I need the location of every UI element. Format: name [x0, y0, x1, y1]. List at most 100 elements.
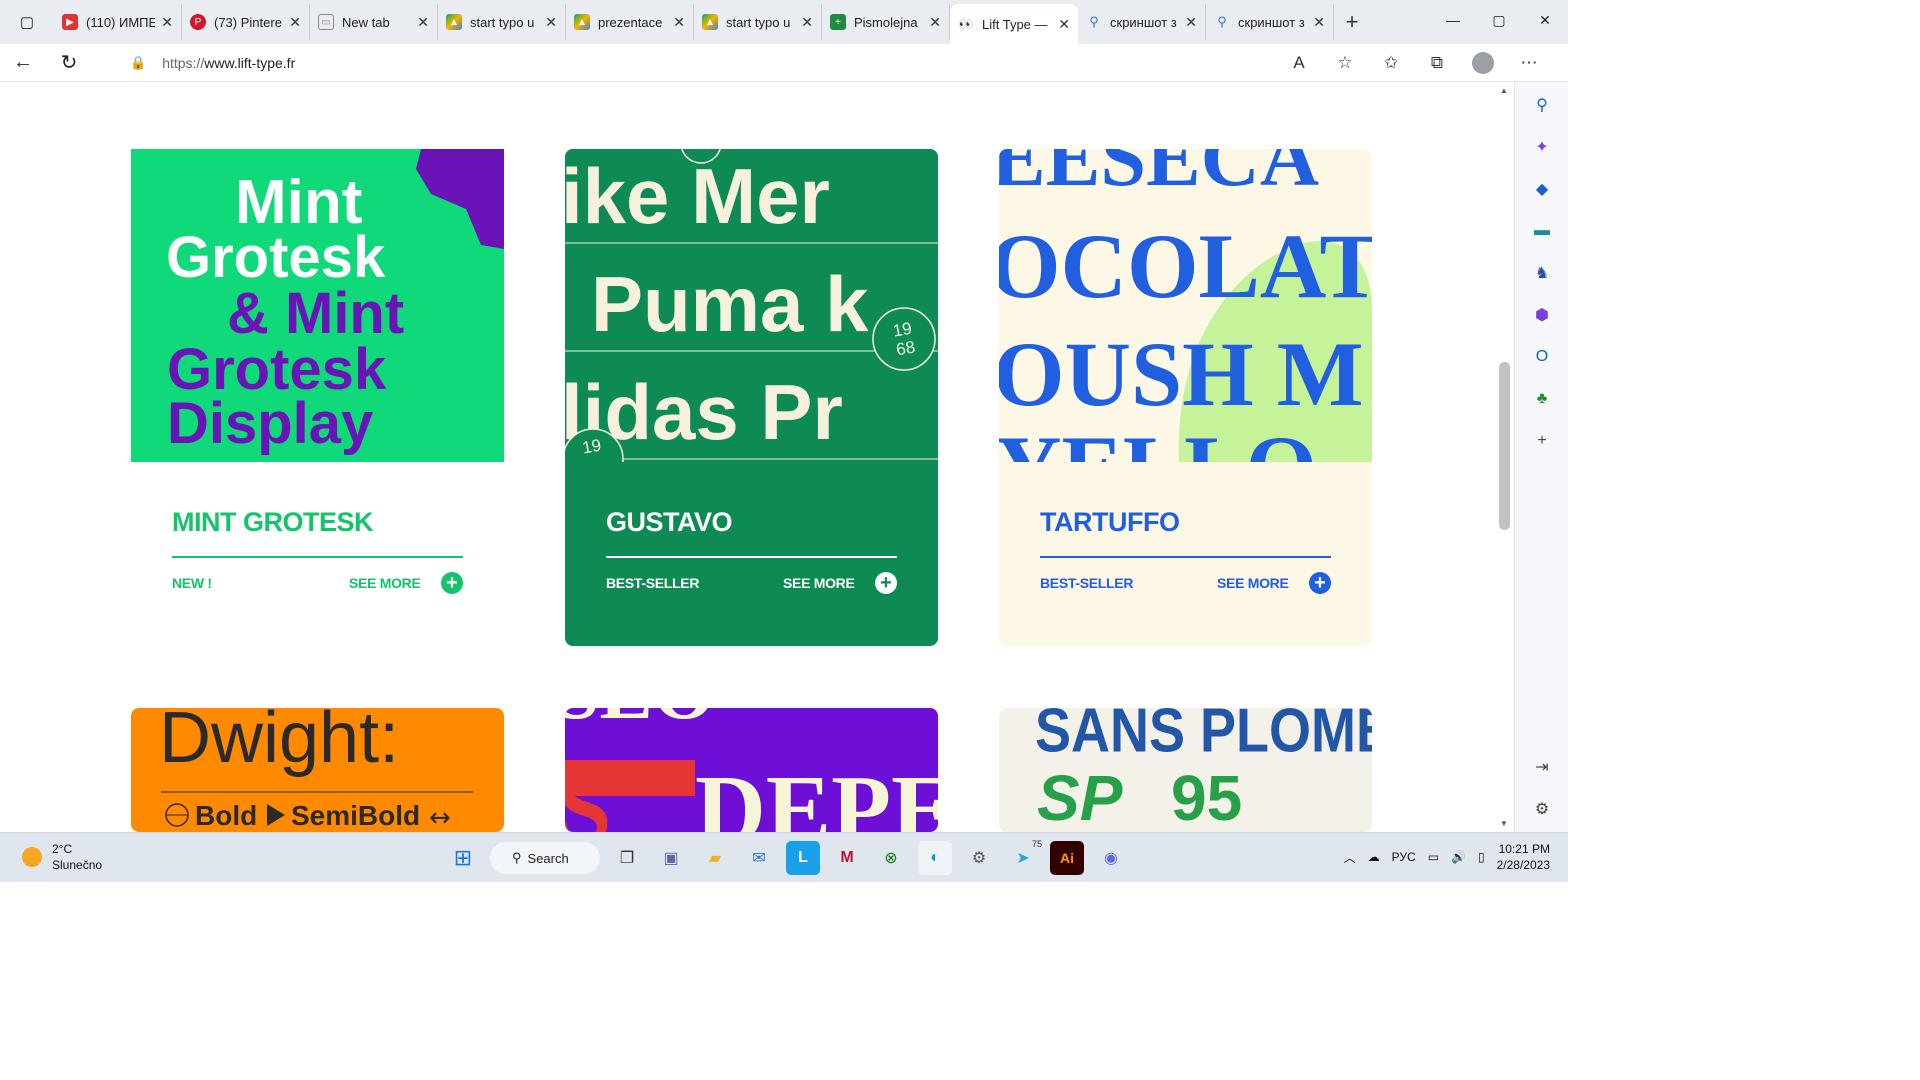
- show-hidden-icons-chevron[interactable]: ︿: [1344, 849, 1356, 866]
- see-more-link[interactable]: SEE MORE: [349, 575, 421, 591]
- tab-0[interactable]: ▶ (110) ИМПЕ ✕: [54, 4, 182, 40]
- tab-7-active[interactable]: 👀 Lift Type — ✕: [950, 4, 1078, 44]
- add-sidebar-app-icon[interactable]: +: [1529, 428, 1555, 454]
- shopping-tag-icon[interactable]: ◆: [1529, 176, 1555, 202]
- taskbar-apps: ⊞ ⚲ Search ❐ ▣ ▰ ✉ L M ⊗ ◐ ⚙ ➤ 75 Ai ◉: [446, 839, 1128, 875]
- outlook-icon[interactable]: O: [1529, 344, 1555, 370]
- tab-actions-button[interactable]: ▢: [0, 0, 54, 44]
- settings-gear-icon[interactable]: ⚙: [1529, 796, 1555, 822]
- tools-icon[interactable]: ▬: [1529, 218, 1555, 244]
- year-badge: 19: [581, 436, 603, 458]
- font-name: MINT GROTESK: [172, 507, 374, 537]
- tab-8[interactable]: ⚲ скриншот з ✕: [1078, 4, 1206, 40]
- tab-5[interactable]: ▲ start typo u ✕: [694, 4, 822, 40]
- close-tab-icon[interactable]: ✕: [1313, 14, 1325, 31]
- telegram-icon[interactable]: ➤ 75: [1006, 839, 1042, 875]
- scroll-up-icon[interactable]: ▲: [1500, 86, 1508, 95]
- minimize-icon[interactable]: —: [1430, 0, 1476, 40]
- font-card-gustavo[interactable]: ike Mer Puma k lidas Pr 19 68 19 GUSTAVO…: [565, 149, 938, 646]
- edge-browser-icon[interactable]: ◐: [918, 841, 952, 875]
- close-tab-icon[interactable]: ✕: [289, 14, 301, 31]
- hide-sidebar-icon[interactable]: ⇥: [1529, 754, 1555, 780]
- plus-icon[interactable]: +: [875, 572, 897, 594]
- task-view-icon[interactable]: ❐: [610, 841, 644, 875]
- illustrator-icon[interactable]: Ai: [1050, 841, 1084, 875]
- tab-2[interactable]: ▭ New tab ✕: [310, 4, 438, 40]
- office-icon[interactable]: ⬢: [1529, 302, 1555, 328]
- games-icon[interactable]: ♞: [1529, 260, 1555, 286]
- tab-6[interactable]: + Pismolejna ✕: [822, 4, 950, 40]
- tab-title: New tab: [342, 14, 390, 30]
- see-more-link[interactable]: SEE MORE: [783, 575, 855, 591]
- close-tab-icon[interactable]: ✕: [1185, 14, 1197, 31]
- close-window-icon[interactable]: ✕: [1522, 0, 1568, 40]
- tab-1[interactable]: P (73) Pintere ✕: [182, 4, 310, 40]
- preview-line: SP: [1037, 762, 1123, 832]
- close-tab-icon[interactable]: ✕: [1058, 16, 1070, 33]
- read-aloud-icon[interactable]: A: [1278, 53, 1320, 73]
- tab-3[interactable]: ▲ start typo u ✕: [438, 4, 566, 40]
- volume-icon[interactable]: 🔊: [1451, 850, 1466, 864]
- close-tab-icon[interactable]: ✕: [545, 14, 557, 31]
- close-tab-icon[interactable]: ✕: [929, 14, 941, 31]
- preview-line: YELLO: [999, 417, 1317, 462]
- back-arrow-icon[interactable]: ←: [0, 44, 46, 82]
- font-card-dwight[interactable]: Dwight: Bold SemiBold ↔: [131, 708, 504, 832]
- scroll-down-icon[interactable]: ▼: [1500, 819, 1508, 828]
- see-more-link[interactable]: SEE MORE: [1217, 575, 1289, 591]
- preview-line: SANS PLOMB: [1035, 708, 1372, 766]
- new-tab-button[interactable]: +: [1334, 4, 1370, 40]
- font-card-mint-grotesk[interactable]: Mint Grotesk & Mint Grotesk Display MINT…: [131, 149, 504, 646]
- font-card-sans-plomb[interactable]: SANS PLOMB SP 95: [999, 708, 1372, 832]
- teams-chat-icon[interactable]: ▣: [654, 841, 688, 875]
- weather-condition: Slunečno: [52, 858, 103, 872]
- preview-line: SemiBold: [291, 800, 420, 831]
- temperature: 2°C: [52, 842, 73, 856]
- weather-widget[interactable]: 2°C Slunečno: [22, 841, 102, 873]
- add-favorite-icon[interactable]: ☆: [1324, 53, 1366, 73]
- favorites-icon[interactable]: ✩: [1370, 53, 1412, 73]
- close-tab-icon[interactable]: ✕: [161, 14, 173, 31]
- close-tab-icon[interactable]: ✕: [801, 14, 813, 31]
- copilot-icon[interactable]: ✦: [1529, 134, 1555, 160]
- search-icon[interactable]: ⚲: [1529, 92, 1555, 118]
- input-language[interactable]: РУС: [1392, 850, 1416, 864]
- windows-start-icon[interactable]: ⊞: [446, 841, 480, 875]
- font-card-tartuffo[interactable]: EESECA OCOLATE OUSH M YELLO TARTUFFO BES…: [999, 149, 1372, 646]
- maximize-icon[interactable]: ▢: [1476, 0, 1522, 40]
- font-preview-image: ike Mer Puma k lidas Pr 19 68 19: [565, 149, 938, 462]
- close-tab-icon[interactable]: ✕: [417, 14, 429, 31]
- clock[interactable]: 10:21 PM 2/28/2023: [1497, 841, 1550, 873]
- tab-4[interactable]: ▲ prezentace ✕: [566, 4, 694, 40]
- settings-gear-icon[interactable]: ⚙: [962, 841, 996, 875]
- mcafee-icon[interactable]: M: [830, 841, 864, 875]
- more-menu-icon[interactable]: ⋯: [1508, 53, 1550, 73]
- display-icon[interactable]: ▭: [1428, 850, 1439, 864]
- tree-icon[interactable]: ♣: [1529, 386, 1555, 412]
- drive-icon: ▲: [702, 14, 718, 30]
- close-tab-icon[interactable]: ✕: [673, 14, 685, 31]
- sun-icon: [22, 847, 42, 867]
- font-card-purple[interactable]: SEO DEPE S: [565, 708, 938, 832]
- plus-icon[interactable]: +: [1309, 572, 1331, 594]
- scrollbar-thumb[interactable]: [1499, 362, 1510, 530]
- battery-icon[interactable]: ▯: [1478, 850, 1485, 864]
- lock-icon[interactable]: 🔒: [130, 55, 146, 71]
- network-cloud-icon[interactable]: ☁: [1368, 850, 1380, 864]
- taskbar-search[interactable]: ⚲ Search: [490, 842, 600, 874]
- plus-icon[interactable]: +: [441, 572, 463, 594]
- drive-icon: ▲: [446, 14, 462, 30]
- mail-icon[interactable]: ✉: [742, 841, 776, 875]
- refresh-icon[interactable]: ↻: [46, 44, 92, 82]
- xbox-icon[interactable]: ⊗: [874, 841, 908, 875]
- status-badge: NEW !: [172, 575, 212, 591]
- discord-icon[interactable]: ◉: [1094, 841, 1128, 875]
- collections-icon[interactable]: ⧉: [1416, 53, 1458, 73]
- tab-9[interactable]: ⚲ скриншот з ✕: [1206, 4, 1334, 40]
- url-field[interactable]: 🔒 https://www.lift-type.fr: [116, 48, 1366, 78]
- tab-title: скриншот з: [1238, 14, 1305, 30]
- profile-avatar[interactable]: [1462, 52, 1504, 74]
- file-explorer-icon[interactable]: ▰: [698, 841, 732, 875]
- l-app-icon[interactable]: L: [786, 841, 820, 875]
- page-scrollbar[interactable]: ▲ ▼: [1496, 82, 1514, 832]
